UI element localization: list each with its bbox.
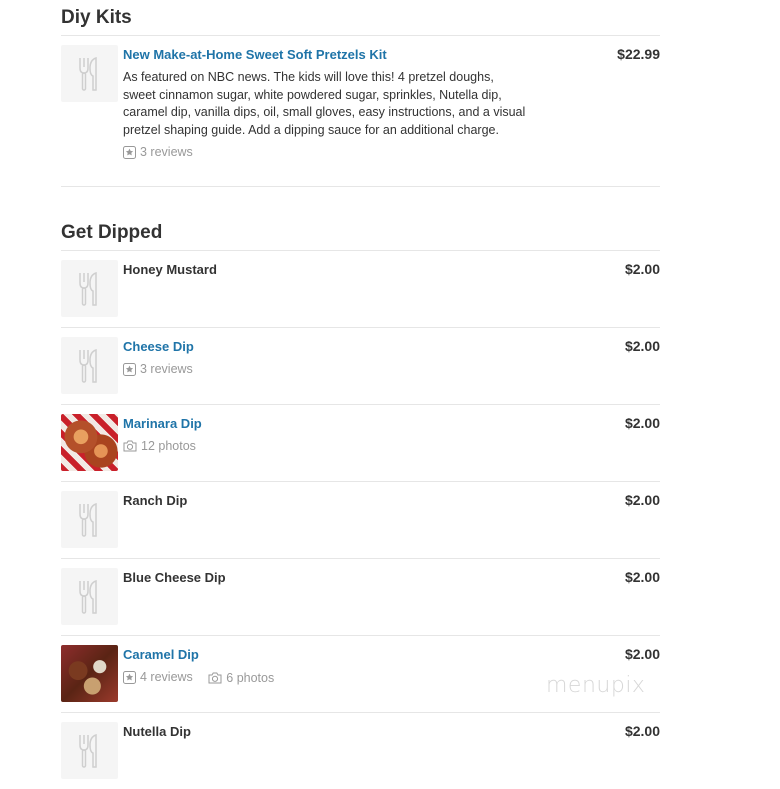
menu-item: $2.00 Honey Mustard xyxy=(61,251,660,328)
placeholder-thumbnail xyxy=(61,568,118,625)
item-price: $22.99 xyxy=(617,46,660,62)
item-description: As featured on NBC news. The kids will l… xyxy=(123,70,526,137)
section-title-get-dipped: Get Dipped xyxy=(61,215,660,251)
photos-link[interactable]: 6 photos xyxy=(208,669,274,687)
item-name-link[interactable]: Caramel Dip xyxy=(123,646,199,663)
fork-knife-icon xyxy=(79,502,97,537)
camera-icon xyxy=(123,440,137,452)
placeholder-thumbnail xyxy=(61,260,118,317)
fork-knife-icon xyxy=(79,271,97,306)
star-box-icon xyxy=(123,670,136,684)
item-name: Blue Cheese Dip xyxy=(123,570,226,585)
reviews-link[interactable]: 3 reviews xyxy=(123,143,193,161)
placeholder-thumbnail xyxy=(61,337,118,394)
item-price: $2.00 xyxy=(624,646,660,662)
placeholder-thumbnail xyxy=(61,491,118,548)
fork-knife-icon xyxy=(79,348,97,383)
menu-item: $2.00 Blue Cheese Dip xyxy=(61,559,660,636)
menu-item: $22.99 New Make-at-Home Sweet Soft Pretz… xyxy=(61,36,660,187)
section-title-diy-kits: Diy Kits xyxy=(61,0,660,36)
item-price: $2.00 xyxy=(624,415,660,431)
menu-item: $2.00 Nutella Dip xyxy=(61,713,660,789)
reviews-link[interactable]: 4 reviews xyxy=(123,668,193,686)
menu-item: $2.00 Ranch Dip xyxy=(61,482,660,559)
menupix-watermark: menupix xyxy=(546,673,646,698)
placeholder-thumbnail xyxy=(61,45,118,102)
item-price: $2.00 xyxy=(624,338,660,354)
photos-link[interactable]: 12 photos xyxy=(123,437,196,455)
item-name: Ranch Dip xyxy=(123,493,188,508)
item-name-link[interactable]: New Make-at-Home Sweet Soft Pretzels Kit xyxy=(123,46,387,63)
fork-knife-icon xyxy=(79,579,97,614)
camera-icon xyxy=(208,672,222,683)
placeholder-thumbnail xyxy=(61,722,118,779)
reviews-count: 4 reviews xyxy=(140,670,193,684)
item-photo[interactable] xyxy=(61,414,118,471)
menu-item: $2.00 Cheese Dip 3 reviews xyxy=(61,328,660,405)
item-price: $2.00 xyxy=(624,261,660,277)
reviews-count: 3 reviews xyxy=(140,362,193,376)
star-box-icon xyxy=(123,362,136,376)
item-name: Nutella Dip xyxy=(123,724,191,739)
photos-count: 12 photos xyxy=(141,439,196,453)
fork-knife-icon xyxy=(79,733,97,768)
star-box-icon xyxy=(123,145,136,159)
menu-item: $2.00 Marinara Dip 12 photos xyxy=(61,405,660,482)
item-name: Honey Mustard xyxy=(123,262,217,277)
menu: Diy Kits $22.99 New Make-at-Home Sweet S… xyxy=(61,0,660,789)
photos-count: 6 photos xyxy=(226,670,275,685)
item-name-link[interactable]: Marinara Dip xyxy=(123,415,202,432)
item-price: $2.00 xyxy=(624,723,660,739)
item-photo[interactable] xyxy=(61,645,118,702)
reviews-count: 3 reviews xyxy=(140,145,193,159)
item-name-link[interactable]: Cheese Dip xyxy=(123,338,194,355)
item-price: $2.00 xyxy=(624,492,660,508)
fork-knife-icon xyxy=(79,56,97,91)
item-price: $2.00 xyxy=(624,569,660,585)
reviews-link[interactable]: 3 reviews xyxy=(123,360,193,378)
